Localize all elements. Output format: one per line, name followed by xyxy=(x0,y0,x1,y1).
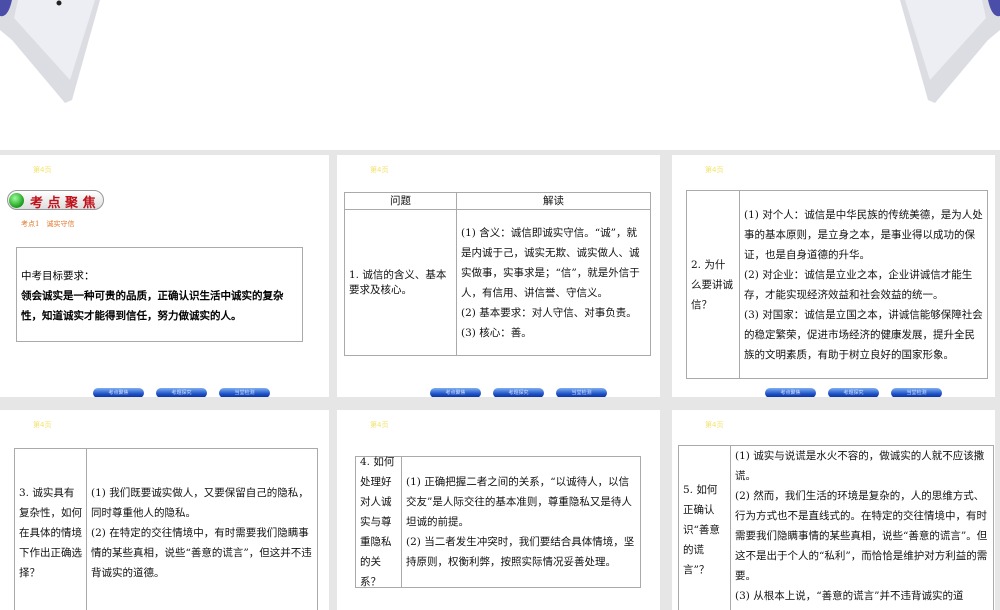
nav-button-2[interactable]: 考题探究 xyxy=(156,388,207,397)
content-table: 问题 解读 1. 诚信的含义、基本要求及核心。 (1) 含义：诚信即诚实守信。“… xyxy=(344,192,651,356)
nav-button-3[interactable]: 当堂检测 xyxy=(556,388,607,397)
section-banner: 考 点 聚 焦 xyxy=(7,190,104,211)
content-table: 2. 为什么要讲诚信？ (1) 对个人：诚信是中华民族的传统美德，是为人处事的基… xyxy=(686,190,988,379)
answer-cell: (1) 对个人：诚信是中华民族的传统美德，是为人处事的基本原则，是立身之本，是事… xyxy=(740,191,987,378)
answer-text: (1) 对个人：诚信是中华民族的传统美德，是为人处事的基本原则，是立身之本，是事… xyxy=(744,208,983,261)
green-ball-icon xyxy=(9,193,24,208)
answer-cell: (1) 含义：诚信即诚实守信。“诚”，就是内诚于己，诚实无欺、诚实做人、诚实做事… xyxy=(457,210,650,355)
slide-tag: 第4页 xyxy=(370,166,389,174)
answer-text: (2) 基本要求：对人守信、对事负责。 xyxy=(461,306,637,319)
goal-box: 中考目标要求： 领会诚实是一种可贵的品质，正确认识生活中诚实的复杂性，知道诚实才… xyxy=(16,247,303,342)
answer-cell: (1) 正确把握二者之间的关系，“以诚待人，以信交友”是人际交往的基本准则，尊重… xyxy=(402,457,640,587)
goal-title: 中考目标要求： xyxy=(21,270,95,282)
answer-text: (2) 当二者发生冲突时，我们要结合具体情境，坚持原则，权衡利弊，按照实际情况妥… xyxy=(406,536,635,568)
slide-tag: 第4页 xyxy=(370,421,389,429)
previous-slide-row xyxy=(0,0,1000,150)
answer-text: (2) 对企业：诚信是立业之本，企业讲诚信才能生存，才能实现经济效益和社会效益的… xyxy=(744,268,973,301)
answer-text: (3) 从根本上说，“善意的谎言”并不违背诚实的道 xyxy=(735,590,964,602)
answer-cell: (1) 我们既要诚实做人，又要保留自己的隐私，同时尊重他人的隐私。 (2) 在特… xyxy=(87,449,317,610)
slide-decoration-image xyxy=(0,0,1000,103)
content-table: 3. 诚实具有复杂性，如何在具体的情境下作出正确选择？ (1) 我们既要诚实做人… xyxy=(14,448,318,610)
slide-thumbnail-4[interactable]: 第4页 3. 诚实具有复杂性，如何在具体的情境下作出正确选择？ (1) 我们既要… xyxy=(0,410,329,610)
banner-title: 考 点 聚 焦 xyxy=(30,196,96,211)
slide-thumbnail-1[interactable]: 第4页 考 点 聚 焦 考点1 诚实守信 中考目标要求： 领会诚实是一种可贵的品… xyxy=(0,155,329,397)
goal-text: 领会诚实是一种可贵的品质，正确认识生活中诚实的复杂性，知道诚实才能得到信任，努力… xyxy=(21,290,284,322)
nav-button-1[interactable]: 考点聚焦 xyxy=(93,388,144,397)
answer-text: (3) 核心：善。 xyxy=(461,326,532,339)
question-cell: 2. 为什么要讲诚信？ xyxy=(687,191,740,378)
answer-cell: (1) 诚实与说谎是水火不容的，做诚实的人就不应该撒谎。 (2) 然而，我们生活… xyxy=(731,446,993,610)
slide-thumbnail-6[interactable]: 第4页 5. 如何正确认识“善意的谎言”？ (1) 诚实与说谎是水火不容的，做诚… xyxy=(672,410,995,610)
question-cell: 3. 诚实具有复杂性，如何在具体的情境下作出正确选择？ xyxy=(15,449,87,610)
answer-text: (2) 然而，我们生活的环境是复杂的，人的思维方式、行为方式也不是直线式的。在特… xyxy=(735,490,988,582)
nav-button-1[interactable]: 考点聚焦 xyxy=(765,388,816,397)
question-cell: 4. 如何处理好对人诚实与尊重隐私的关系？ xyxy=(356,456,402,588)
nav-button-2[interactable]: 考题探究 xyxy=(493,388,544,397)
subtitle: 考点1 诚实守信 xyxy=(21,220,75,228)
question-cell: 5. 如何正确认识“善意的谎言”？ xyxy=(679,446,731,610)
answer-text: (3) 对国家：诚信是立国之本，讲诚信能够保障社会的稳定繁荣，促进市场经济的健康… xyxy=(744,308,983,361)
table-header: 问题 解读 xyxy=(345,193,650,210)
nav-button-1[interactable]: 考点聚焦 xyxy=(430,388,481,397)
header-question: 问题 xyxy=(345,193,457,209)
slide-tag: 第4页 xyxy=(705,421,724,429)
answer-text: (2) 在特定的交往情境中，有时需要我们隐瞒事情的某些真相，说些“善意的谎言”，… xyxy=(91,527,312,579)
answer-text: (1) 正确把握二者之间的关系，“以诚待人，以信交友”是人际交往的基本准则，尊重… xyxy=(406,476,632,528)
nav-button-3[interactable]: 当堂检测 xyxy=(219,388,270,397)
slide-tag: 第4页 xyxy=(33,166,52,174)
answer-text: (1) 我们既要诚实做人，又要保留自己的隐私，同时尊重他人的隐私。 xyxy=(91,487,309,519)
slide-thumbnail-3[interactable]: 第4页 2. 为什么要讲诚信？ (1) 对个人：诚信是中华民族的传统美德，是为人… xyxy=(672,155,995,397)
slide-thumbnail-2[interactable]: 第4页 问题 解读 1. 诚信的含义、基本要求及核心。 (1) 含义：诚信即诚实… xyxy=(337,155,660,397)
slide-thumbnail-5[interactable]: 第4页 4. 如何处理好对人诚实与尊重隐私的关系？ (1) 正确把握二者之间的关… xyxy=(337,410,660,610)
nav-button-2[interactable]: 考题探究 xyxy=(828,388,879,397)
answer-text: (1) 含义：诚信即诚实守信。“诚”，就是内诚于己，诚实无欺、诚实做人、诚实做事… xyxy=(461,226,640,299)
question-cell: 1. 诚信的含义、基本要求及核心。 xyxy=(345,210,457,355)
slide-tag: 第4页 xyxy=(705,166,724,174)
nav-button-3[interactable]: 当堂检测 xyxy=(891,388,942,397)
content-table: 5. 如何正确认识“善意的谎言”？ (1) 诚实与说谎是水火不容的，做诚实的人就… xyxy=(678,445,994,610)
answer-text: (1) 诚实与说谎是水火不容的，做诚实的人就不应该撒谎。 xyxy=(735,450,985,482)
slide-tag: 第4页 xyxy=(33,421,52,429)
content-table: 4. 如何处理好对人诚实与尊重隐私的关系？ (1) 正确把握二者之间的关系，“以… xyxy=(355,456,641,588)
header-answer: 解读 xyxy=(543,195,564,207)
